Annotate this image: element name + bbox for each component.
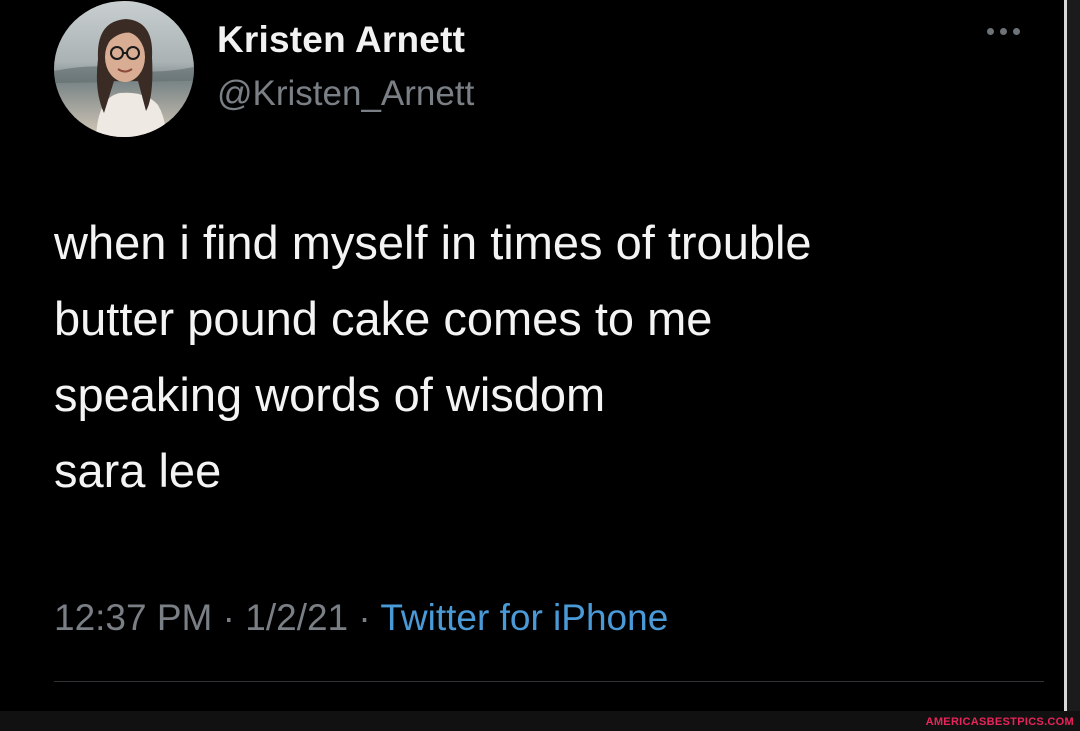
dot xyxy=(986,27,994,35)
tweet-time[interactable]: 12:37 PM xyxy=(54,597,212,638)
scrollbar-edge xyxy=(1064,0,1080,711)
watermark: AMERICASBESTPICS.COM xyxy=(925,716,1074,728)
profile-photo-icon xyxy=(54,1,194,137)
tweet-source-link[interactable]: Twitter for iPhone xyxy=(380,597,668,638)
meta-separator: · xyxy=(212,597,246,638)
dot xyxy=(999,27,1007,35)
tweet-card: Kristen Arnett @Kristen_Arnett when i fi… xyxy=(0,0,1064,711)
tweet-text-line: when i find myself in times of trouble xyxy=(54,216,812,269)
avatar[interactable] xyxy=(54,1,194,137)
ellipsis-icon[interactable] xyxy=(978,16,1028,46)
tweet-text-line: sara lee xyxy=(54,444,222,497)
divider xyxy=(54,681,1044,682)
tweet-text-line: speaking words of wisdom xyxy=(54,368,606,421)
author-handle[interactable]: @Kristen_Arnett xyxy=(217,74,474,114)
author-display-name[interactable]: Kristen Arnett xyxy=(217,19,465,61)
dot xyxy=(1012,27,1020,35)
tweet-date[interactable]: 1/2/21 xyxy=(245,597,348,638)
meta-separator: · xyxy=(348,597,381,638)
tweet-metadata: 12:37 PM · 1/2/21 · Twitter for iPhone xyxy=(54,597,668,639)
tweet-text-line: butter pound cake comes to me xyxy=(54,292,713,345)
watermark-bar: AMERICASBESTPICS.COM xyxy=(0,711,1080,731)
tweet-text: when i find myself in times of trouble b… xyxy=(54,205,1034,509)
